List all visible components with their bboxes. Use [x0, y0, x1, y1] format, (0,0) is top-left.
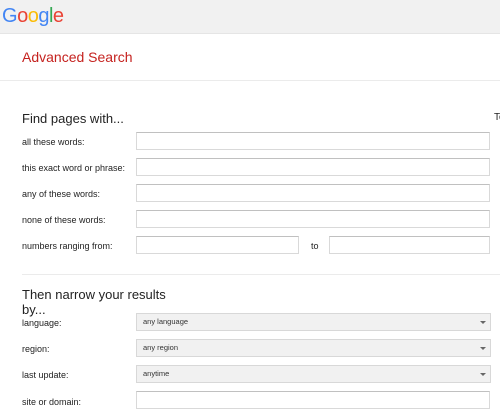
logo-letter: G — [2, 5, 18, 27]
numbers-to-input[interactable] — [329, 236, 490, 254]
language-label: language: — [22, 318, 62, 328]
chevron-down-icon — [480, 321, 486, 324]
last-update-label: last update: — [22, 370, 69, 380]
language-select[interactable]: any language — [136, 313, 491, 331]
region-select[interactable]: any region — [136, 339, 491, 357]
any-words-input[interactable] — [136, 184, 490, 202]
right-column-heading-fragment: To — [494, 112, 500, 123]
google-logo[interactable]: Google — [2, 6, 64, 26]
numbers-to-label: to — [311, 241, 319, 251]
divider — [22, 274, 500, 275]
exact-phrase-label: this exact word or phrase: — [22, 163, 126, 173]
any-words-label: any of these words: — [22, 189, 101, 199]
none-words-input[interactable] — [136, 210, 490, 228]
divider — [0, 80, 500, 81]
language-selected-value: any language — [143, 317, 189, 326]
all-words-label: all these words: — [22, 137, 85, 147]
chevron-down-icon — [480, 373, 486, 376]
all-words-input[interactable] — [136, 132, 490, 150]
none-words-label: none of these words: — [22, 215, 106, 225]
top-bar: Google — [0, 0, 500, 34]
numbers-range-label: numbers ranging from: — [22, 241, 113, 251]
logo-letter: o — [27, 5, 39, 27]
logo-letter: e — [52, 5, 64, 27]
chevron-down-icon — [480, 347, 486, 350]
site-domain-input[interactable] — [136, 391, 490, 409]
narrow-heading-line1: Then narrow your results — [22, 287, 166, 302]
page-title: Advanced Search — [22, 49, 133, 65]
numbers-from-input[interactable] — [136, 236, 299, 254]
find-pages-heading: Find pages with... — [22, 111, 124, 126]
site-domain-label: site or domain: — [22, 397, 82, 407]
exact-phrase-input[interactable] — [136, 158, 490, 176]
region-selected-value: any region — [143, 343, 179, 352]
last-update-select[interactable]: anytime — [136, 365, 491, 383]
logo-letter: g — [38, 5, 49, 27]
last-update-selected-value: anytime — [143, 369, 170, 378]
logo-letter: o — [17, 5, 28, 27]
region-label: region: — [22, 344, 50, 354]
